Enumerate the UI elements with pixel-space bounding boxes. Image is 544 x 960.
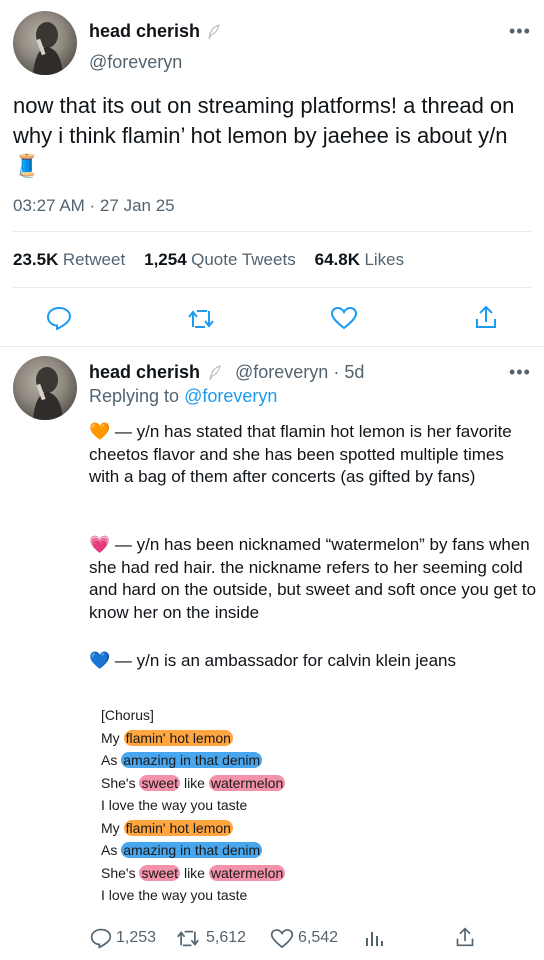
feather-icon <box>207 24 221 40</box>
reply-paragraph: 🧡 — y/n has stated that flamin hot lemon… <box>89 422 512 486</box>
orange-heart-emoji: 🧡 <box>89 422 111 441</box>
reply-avatar[interactable] <box>13 356 77 420</box>
reply-count: 1,253 <box>116 929 157 946</box>
quote-stat[interactable]: 1,254 Quote Tweets <box>144 250 296 269</box>
divider <box>13 231 531 232</box>
author-name[interactable]: head cherish <box>89 21 200 42</box>
more-icon[interactable]: ••• <box>509 362 531 383</box>
share-icon[interactable] <box>474 304 498 330</box>
author-handle[interactable]: @foreveryn <box>89 52 182 73</box>
reply-age: · 5d <box>333 362 365 382</box>
feather-icon <box>208 365 222 381</box>
analytics-icon[interactable] <box>364 928 384 948</box>
retweet-stat[interactable]: 23.5K Retweet <box>13 250 125 269</box>
reply-icon[interactable] <box>90 927 112 949</box>
divider <box>0 346 544 347</box>
replying-to-link[interactable]: @foreveryn <box>184 386 277 406</box>
retweet-icon[interactable] <box>176 928 200 949</box>
likes-stat[interactable]: 64.8K Likes <box>315 250 405 269</box>
tweet-timestamp[interactable]: 03:27 AM · 27 Jan 25 <box>13 196 175 216</box>
heart-icon[interactable] <box>270 928 294 949</box>
like-count: 6,542 <box>298 929 339 946</box>
lyrics-image[interactable]: [Chorus] My flamin' hot lemon As amazing… <box>89 690 489 915</box>
retweet-icon[interactable] <box>187 307 215 331</box>
reply-author-name[interactable]: head cherish <box>89 362 200 383</box>
blue-heart-emoji: 💙 <box>89 651 111 670</box>
reply-author-handle[interactable]: @foreveryn · 5d <box>235 362 364 383</box>
retweet-count: 5,612 <box>206 929 247 946</box>
reply-paragraph: 💙 — y/n is an ambassador for calvin klei… <box>89 651 457 670</box>
reply-icon[interactable] <box>46 306 72 330</box>
pink-heart-emoji: 💗 <box>89 535 111 554</box>
heart-icon[interactable] <box>330 306 358 330</box>
thread-emoji: 🧵 <box>13 153 41 178</box>
avatar[interactable] <box>13 11 77 75</box>
divider <box>13 287 531 288</box>
share-icon[interactable] <box>455 926 475 948</box>
tweet-stats: 23.5K Retweet 1,254 Quote Tweets 64.8K L… <box>13 250 404 270</box>
lyrics-text: [Chorus] My flamin' hot lemon As amazing… <box>101 707 286 903</box>
reply-paragraph: 💗 — y/n has been nicknamed “watermelon” … <box>89 535 537 622</box>
tweet-text: now that its out on streaming platforms!… <box>13 93 515 178</box>
more-icon[interactable]: ••• <box>509 21 531 42</box>
replying-to: Replying to @foreveryn <box>89 386 278 406</box>
